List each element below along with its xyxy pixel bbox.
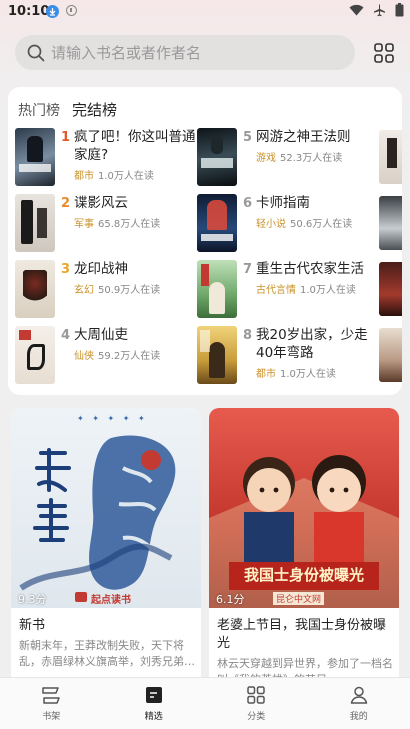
promo-description: 新朝末年，王莽改制失败，天下将乱，赤眉绿林义旗高举，刘秀兄弟…	[19, 639, 195, 668]
bookshelf-icon	[42, 687, 60, 704]
category-icon	[247, 686, 265, 704]
battery-icon	[395, 3, 404, 17]
book-cover-partial[interactable]	[379, 130, 402, 184]
status-time: 10:10	[8, 4, 50, 19]
publisher-logo-icon	[75, 592, 87, 602]
book-cover-partial[interactable]	[379, 196, 402, 250]
book-cover-partial[interactable]	[379, 262, 402, 316]
tab-completed[interactable]: 完结榜	[72, 99, 117, 120]
calligraphy-illustration	[19, 435, 176, 591]
promo-title: 新书	[19, 618, 46, 633]
promo-cover: ✦ ✦ ✦ ✦ ✦ 起点读书	[11, 408, 201, 608]
info-icon	[66, 5, 77, 16]
book-title: 大周仙吏	[74, 327, 128, 343]
book-title: 谍影风云	[74, 195, 128, 211]
book-readers: 65.8万人在读	[98, 219, 161, 230]
nav-category[interactable]: 分类	[205, 678, 308, 729]
rank-item[interactable]: 7 重生古代农家生活 古代言情 1.0万人在读	[197, 260, 377, 318]
rank-item[interactable]: 5 网游之神王法则 游戏 52.3万人在读	[197, 128, 377, 186]
airplane-icon	[374, 4, 385, 16]
search-input[interactable]	[51, 35, 341, 70]
rank-item[interactable]: 2 谍影风云 军事 65.8万人在读	[15, 194, 195, 252]
profile-icon	[350, 686, 367, 704]
book-cover	[197, 194, 237, 252]
search-bar[interactable]	[15, 35, 355, 70]
nav-label: 书架	[42, 712, 61, 722]
book-title: 卡师指南	[256, 195, 310, 211]
book-title: 疯了吧！你这叫普通家庭?	[74, 129, 196, 163]
book-category: 古代言情	[256, 285, 296, 296]
book-cover-partial[interactable]	[379, 328, 402, 382]
nav-profile[interactable]: 我的	[308, 678, 410, 729]
book-cover	[197, 260, 237, 318]
promo-card[interactable]: ✦ ✦ ✦ ✦ ✦ 起点读书 9.3分 新书 新朝末年，王莽改制失败，天下将乱，…	[11, 408, 201, 688]
book-readers: 52.3万人在读	[280, 153, 343, 164]
book-cover	[15, 128, 55, 186]
book-readers: 50.9万人在读	[98, 285, 161, 296]
status-bar: 10:10	[0, 0, 410, 24]
rank-item[interactable]: 6 卡师指南 轻小说 50.6万人在读	[197, 194, 377, 252]
book-category: 军事	[74, 219, 94, 230]
rank-item[interactable]: 3 龙印战神 玄幻 50.9万人在读	[15, 260, 195, 318]
category-grid-button[interactable]	[374, 43, 394, 63]
ranking-card: 热门榜 完结榜 1 疯了吧！你这叫普通家庭? 都市 1.0万人在读 2 谍影风云 …	[8, 87, 402, 395]
rank-item[interactable]: 1 疯了吧！你这叫普通家庭? 都市 1.0万人在读	[15, 128, 196, 186]
book-category: 都市	[74, 171, 94, 182]
rank-number: 6	[243, 196, 253, 211]
tab-hot[interactable]: 热门榜	[18, 100, 60, 120]
rank-number: 3	[61, 262, 71, 277]
download-icon	[46, 5, 59, 18]
bottom-nav: 书架 精选 分类 我的	[0, 677, 410, 729]
book-readers: 50.6万人在读	[290, 219, 353, 230]
score-badge: 6.1分	[216, 593, 245, 606]
book-cover	[15, 260, 55, 318]
promo-cover: 我国士身份被曝光 昆仑中文网	[209, 408, 399, 608]
rank-number: 8	[243, 328, 253, 343]
book-title: 龙印战神	[74, 261, 128, 277]
nav-label: 我的	[349, 712, 368, 722]
book-category: 轻小说	[256, 219, 286, 230]
nav-label: 分类	[247, 712, 266, 722]
promo-card[interactable]: 我国士身份被曝光 昆仑中文网 6.1分 老婆上节目，我国士身份被曝光 林云天穿越…	[209, 408, 399, 688]
nav-label: 精选	[144, 712, 163, 722]
book-title: 重生古代农家生活	[256, 261, 364, 277]
rank-number: 5	[243, 130, 253, 145]
score-badge: 9.3分	[18, 593, 47, 606]
rank-number: 4	[61, 328, 71, 343]
nav-featured[interactable]: 精选	[103, 678, 206, 729]
search-icon	[27, 44, 45, 62]
book-readers: 59.2万人在读	[98, 351, 161, 362]
book-category: 玄幻	[74, 285, 94, 296]
nav-bookshelf[interactable]: 书架	[0, 678, 103, 729]
book-cover	[197, 128, 237, 186]
book-readers: 1.0万人在读	[280, 369, 336, 380]
rank-number: 7	[243, 262, 253, 277]
rank-item[interactable]: 8 我20岁出家，少走40年弯路 都市 1.0万人在读	[197, 326, 377, 384]
book-cover	[15, 194, 55, 252]
rank-item[interactable]: 4 大周仙吏 仙侠 59.2万人在读	[15, 326, 195, 384]
wifi-icon	[349, 4, 364, 16]
book-cover	[15, 326, 55, 384]
rank-number: 1	[61, 130, 71, 145]
book-readers: 1.0万人在读	[300, 285, 356, 296]
cover-title: 我国士身份被曝光	[243, 566, 364, 584]
book-category: 游戏	[256, 153, 276, 164]
publisher-logo: 昆仑中文网	[273, 592, 325, 605]
book-readers: 1.0万人在读	[98, 171, 154, 182]
promo-title: 老婆上节目，我国士身份被曝光	[217, 618, 387, 651]
featured-icon	[145, 687, 162, 703]
rank-number: 2	[61, 196, 71, 211]
book-cover	[197, 326, 237, 384]
book-category: 都市	[256, 369, 276, 380]
book-category: 仙侠	[74, 351, 94, 362]
book-title: 网游之神王法则	[256, 129, 351, 145]
book-title: 我20岁出家，少走40年弯路	[256, 327, 368, 361]
publisher-logo: 起点读书	[91, 595, 131, 606]
